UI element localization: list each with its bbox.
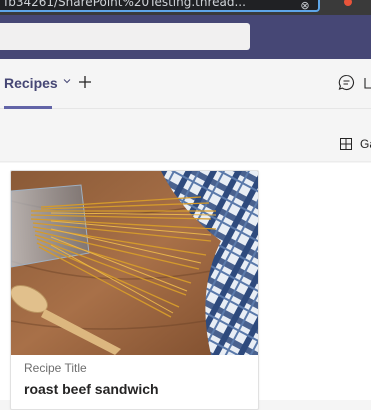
recipe-card[interactable]: Recipe Title roast beef sandwich [10, 170, 259, 410]
view-switcher-button[interactable]: Ga [340, 137, 371, 151]
search-box[interactable] [0, 23, 250, 50]
list-toolbar: Ga [0, 110, 371, 162]
view-switcher-label: Ga [360, 137, 371, 151]
teams-header [0, 15, 371, 59]
channel-tab-bar: Recipes [0, 59, 371, 109]
recipe-title-field-label: Recipe Title [24, 361, 87, 375]
plus-icon[interactable] [76, 73, 94, 91]
tab-recipes-label: Recipes [4, 75, 58, 91]
chevron-down-icon[interactable] [63, 77, 71, 85]
chat-bubble-icon[interactable] [338, 74, 355, 91]
close-x-icon[interactable]: ⊗ [298, 0, 312, 13]
spaghetti-photo [11, 171, 258, 355]
tab-recipes[interactable]: Recipes [4, 75, 71, 109]
address-bar-text: fb34261/SharePoint%20Testing.thread... [4, 0, 246, 9]
gallery-content: Recipe Title roast beef sandwich [0, 163, 371, 410]
address-bar[interactable]: fb34261/SharePoint%20Testing.thread... [0, 0, 320, 12]
recipe-card-details: Recipe Title roast beef sandwich [24, 361, 159, 397]
popout-icon[interactable] [363, 77, 371, 89]
browser-extension-icon[interactable] [344, 0, 352, 6]
browser-top-bar: fb34261/SharePoint%20Testing.thread... ⊗ [0, 0, 371, 15]
active-tab-indicator [4, 106, 52, 109]
recipe-title-value: roast beef sandwich [24, 381, 159, 397]
grid-icon [340, 138, 352, 150]
